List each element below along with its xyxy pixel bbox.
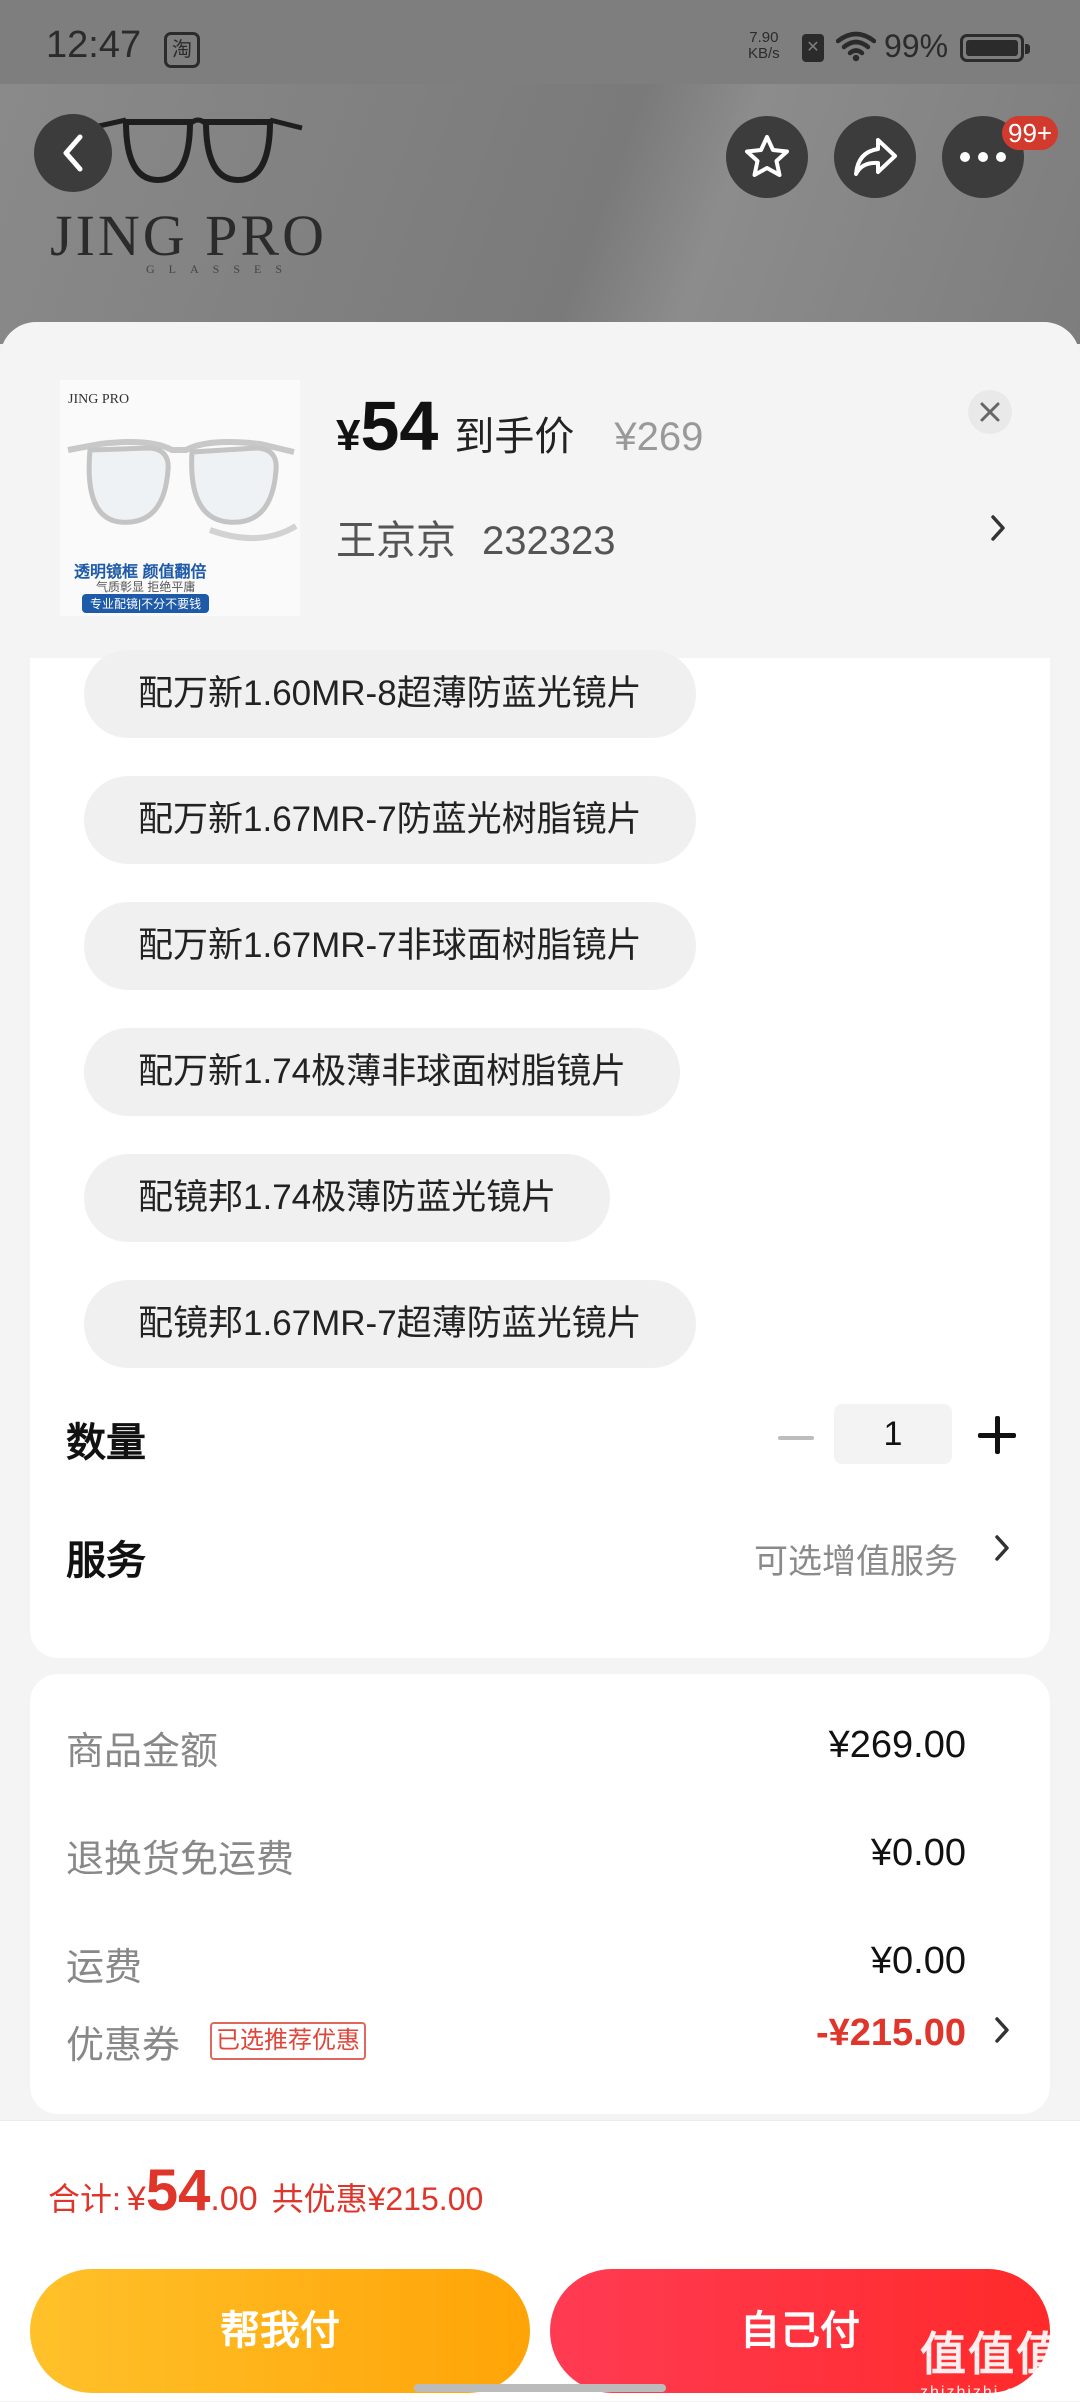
watermark: 值值值 zhizhizhi.com xyxy=(920,2318,1064,2402)
net-speed-value: 7.90 xyxy=(749,29,779,46)
price-row: ¥ 54 到手价 ¥269 xyxy=(336,386,703,466)
coupon-value[interactable]: -¥215.00 xyxy=(816,2012,966,2055)
recipient-row[interactable]: 王京京 232323 xyxy=(336,508,615,566)
no-sim-icon: ✕ xyxy=(802,34,824,62)
status-time: 12:47 xyxy=(46,24,142,66)
more-dots-icon xyxy=(960,152,1006,162)
chevron-right-icon[interactable] xyxy=(992,1532,1012,1564)
star-icon xyxy=(745,135,789,177)
quantity-input[interactable]: 1 xyxy=(834,1404,952,1464)
final-price-label: 到手价 xyxy=(454,415,575,459)
recipient-name: 王京京 xyxy=(336,519,456,563)
quantity-decrement-button[interactable] xyxy=(778,1436,814,1440)
price-currency: ¥ xyxy=(336,411,361,460)
option-chip[interactable]: 配镜邦1.74极薄防蓝光镜片 xyxy=(84,1154,611,1242)
checkout-bar: 合计: ¥ 54 .00 共优惠¥215.00 帮我付 自己付 xyxy=(0,2120,1080,2401)
coupon-label: 优惠券 xyxy=(66,2025,181,2067)
recipient-id: 232323 xyxy=(482,519,616,563)
total-decimal: .00 xyxy=(210,2180,258,2218)
watermark-main: 值值值 xyxy=(920,2328,1064,2380)
chevron-right-icon[interactable] xyxy=(992,2014,1012,2046)
share-icon xyxy=(854,138,897,176)
total-label: 合计: xyxy=(48,2181,121,2217)
help-pay-button[interactable]: 帮我付 xyxy=(30,2269,530,2393)
battery-percent: 99% xyxy=(884,28,949,64)
goods-amount-label: 商品金额 xyxy=(66,1731,219,1773)
goods-amount-value: ¥269.00 xyxy=(828,1724,966,1766)
option-chip[interactable]: 配镜邦1.67MR-7超薄防蓝光镜片 xyxy=(84,1280,696,1368)
return-shipping-label: 退换货免运费 xyxy=(66,1839,295,1881)
status-bar: 12:47 淘 7.90 KB/s ✕ 99% xyxy=(0,0,1080,84)
message-badge: 99+ xyxy=(1002,116,1059,150)
wifi-icon xyxy=(836,31,876,62)
favorite-button[interactable] xyxy=(726,116,808,198)
product-page-background: JING PRO GLASSES xyxy=(0,84,1080,344)
share-button[interactable] xyxy=(834,116,916,198)
back-button[interactable] xyxy=(34,114,112,192)
total-discount: 共优惠¥215.00 xyxy=(271,2181,484,2217)
thumb-tag: 专业配镜|不分不要钱 xyxy=(82,594,210,613)
glasses-logo-icon xyxy=(89,117,303,184)
net-speed-unit: KB/s xyxy=(748,45,780,62)
product-thumbnail[interactable]: JING PRO 透明镜框 颜值翻倍 气质彰显 拒绝平庸 专业配镜|不分不要钱 xyxy=(60,380,300,616)
chevron-right-icon[interactable] xyxy=(988,512,1008,544)
quantity-increment-button[interactable] xyxy=(978,1416,1016,1454)
option-chip[interactable]: 配万新1.74极薄非球面树脂镜片 xyxy=(84,1028,681,1116)
return-shipping-value: ¥0.00 xyxy=(870,1832,966,1874)
quantity-label: 数量 xyxy=(66,1421,146,1465)
option-chip[interactable]: 配万新1.67MR-7非球面树脂镜片 xyxy=(84,902,696,990)
service-label: 服务 xyxy=(66,1539,146,1583)
original-price: ¥269 xyxy=(614,415,704,459)
fee-breakdown-card: 商品金额 ¥269.00 退换货免运费 ¥0.00 运费 ¥0.00 优惠券 已… xyxy=(30,1674,1050,2114)
brand-tagline: GLASSES xyxy=(146,262,297,276)
total-currency: ¥ xyxy=(126,2180,146,2218)
glasses-product-image xyxy=(67,439,298,541)
chevron-left-icon xyxy=(63,134,83,172)
sku-selection-sheet: JING PRO 透明镜框 颜值翻倍 气质彰显 拒绝平庸 专业配镜|不分不要钱 … xyxy=(0,322,1080,2400)
option-chip[interactable]: 配万新1.67MR-7防蓝光树脂镜片 xyxy=(84,776,696,864)
final-price: 54 xyxy=(360,387,439,465)
thumb-brand: JING PRO xyxy=(68,392,130,407)
thumb-subslogan: 气质彰显 拒绝平庸 xyxy=(96,580,196,594)
home-indicator[interactable] xyxy=(414,2384,666,2392)
sku-options-card: 配万新1.60MR-8超薄防蓝光镜片 配万新1.67MR-7防蓝光树脂镜片 配万… xyxy=(30,650,1050,1658)
shipping-value: ¥0.00 xyxy=(870,1940,966,1982)
service-hint[interactable]: 可选增值服务 xyxy=(754,1534,958,1583)
total-integer: 54 xyxy=(145,2158,211,2223)
close-button[interactable] xyxy=(968,390,1012,434)
shipping-label: 运费 xyxy=(66,1947,143,1989)
taobao-app-icon: 淘 xyxy=(164,32,200,68)
watermark-sub: zhizhizhi.com xyxy=(920,2384,1043,2401)
brand-name: JING PRO xyxy=(50,203,327,268)
battery-icon xyxy=(960,34,1030,62)
net-speed: 7.90 KB/s xyxy=(748,30,780,62)
coupon-tag: 已选推荐优惠 xyxy=(210,2022,366,2060)
close-icon xyxy=(980,402,1000,422)
total-summary: 合计: ¥ 54 .00 共优惠¥215.00 xyxy=(48,2157,483,2224)
option-chip[interactable]: 配万新1.60MR-8超薄防蓝光镜片 xyxy=(84,650,696,738)
